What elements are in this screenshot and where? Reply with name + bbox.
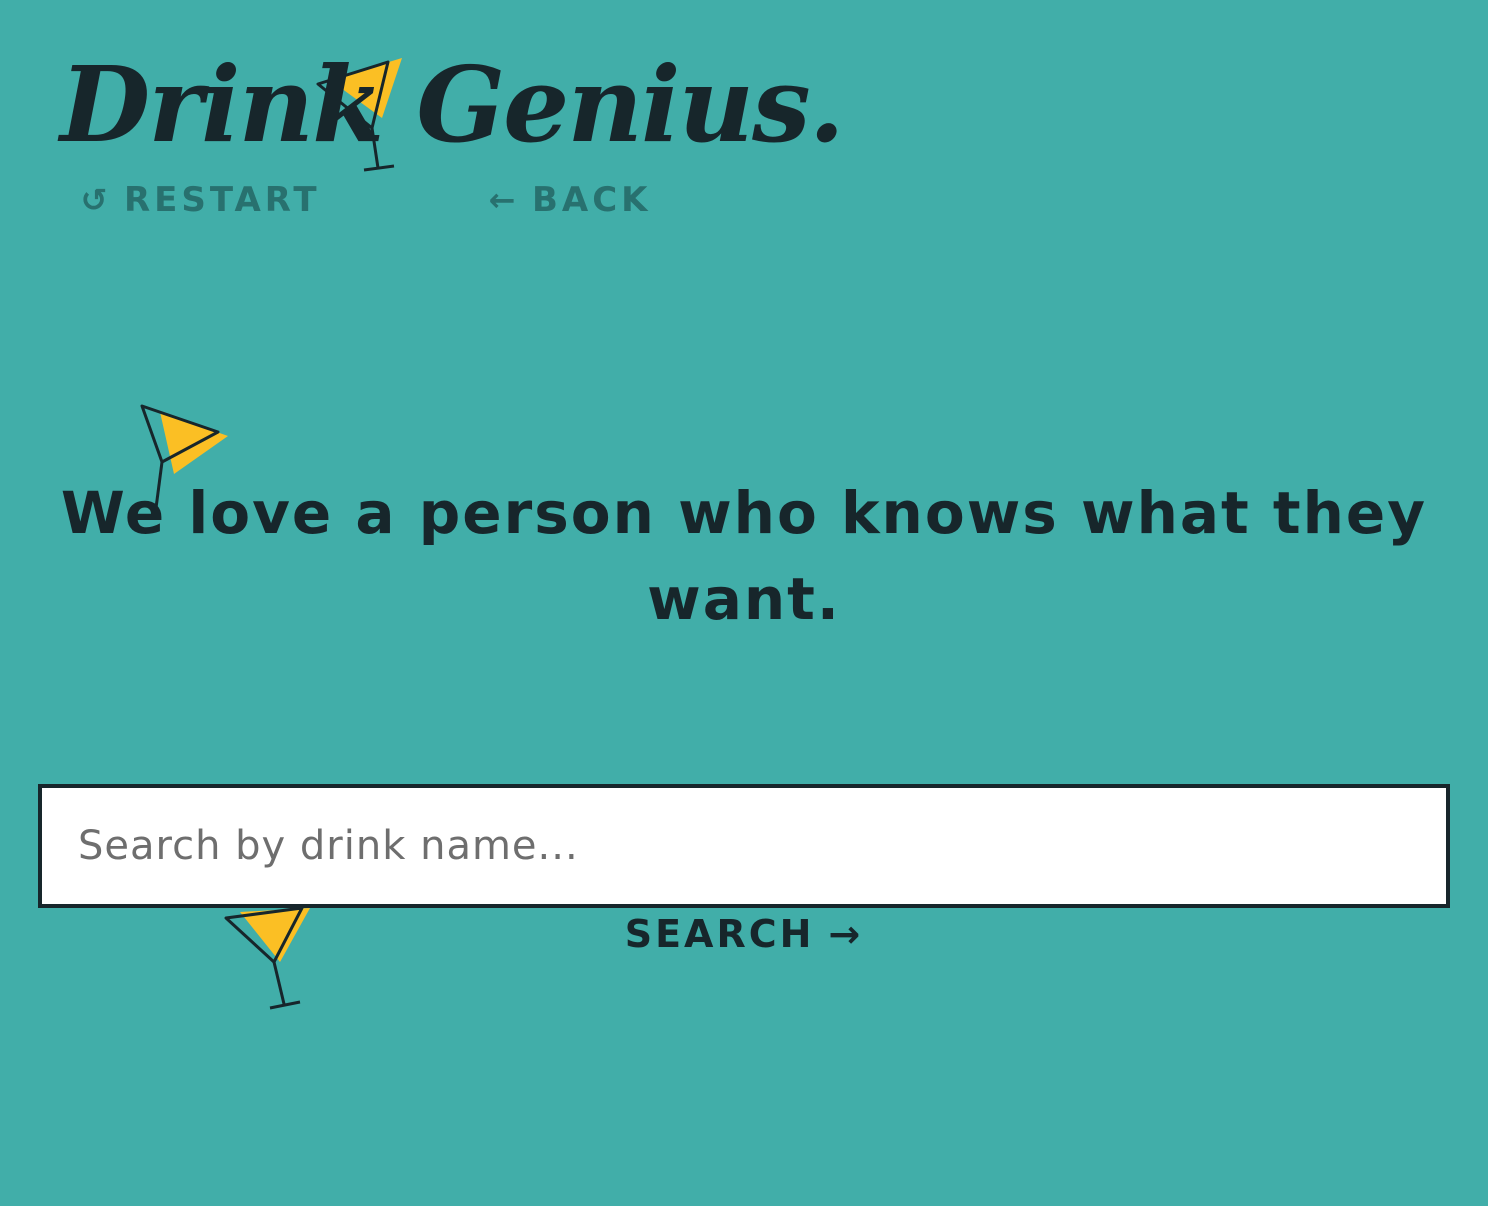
logo-text: Drink Genius.	[60, 43, 845, 166]
back-arrow-icon: ←	[488, 181, 516, 219]
search-button[interactable]: SEARCH →	[0, 912, 1488, 956]
page-headline: We love a person who knows what they wan…	[60, 479, 1428, 633]
search-box	[38, 784, 1450, 908]
restart-link[interactable]: ↺ RESTART	[76, 180, 321, 220]
restart-label: RESTART	[124, 180, 321, 220]
back-label: BACK	[532, 180, 652, 220]
logo: Drink Genius.	[60, 40, 845, 190]
restart-icon: ↺	[80, 181, 108, 219]
right-arrow-icon: →	[828, 912, 864, 956]
back-link[interactable]: ← BACK	[484, 180, 652, 220]
search-input[interactable]	[42, 788, 1446, 904]
search-button-label: SEARCH	[624, 912, 815, 956]
